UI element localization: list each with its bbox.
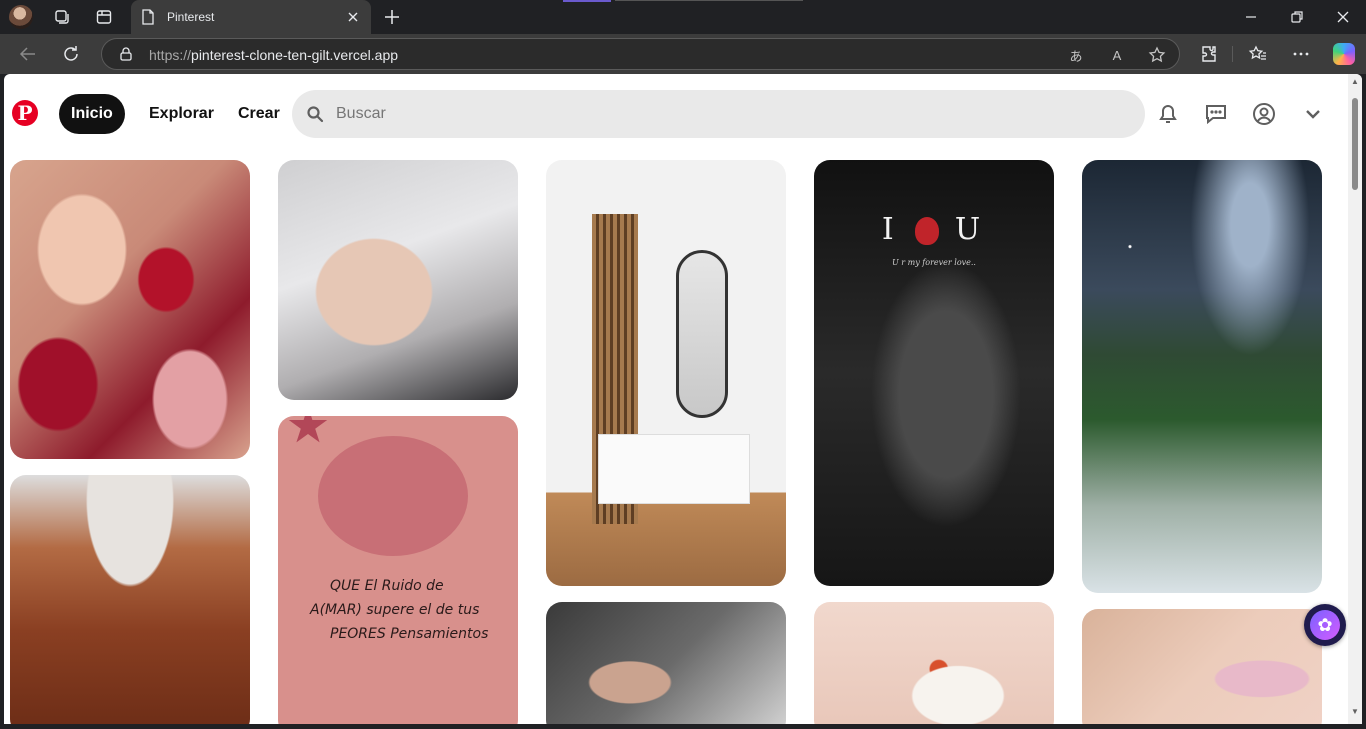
tab-title: Pinterest [167, 10, 215, 24]
quote-line: QUE El Ruido de [330, 578, 444, 594]
chevron-down-icon[interactable] [1300, 101, 1326, 127]
reload-icon[interactable] [60, 43, 82, 65]
page-icon [142, 9, 154, 25]
sparkle-icon: ✿ [1310, 610, 1340, 640]
omnibox[interactable]: https://pinterest-clone-ten-gilt.vercel.… [101, 38, 1180, 70]
profile-avatar[interactable] [9, 5, 33, 29]
pin-hallway-mirror[interactable] [546, 160, 786, 586]
quote-line: PEORES Pensamientos [330, 626, 489, 642]
nav-crear[interactable]: Crear [238, 94, 280, 134]
pin-wrist-tattoo[interactable] [546, 602, 786, 724]
letter-u: U [954, 212, 987, 247]
scrollbar-thumb[interactable] [1352, 98, 1358, 190]
favorite-star-icon[interactable] [1148, 46, 1166, 64]
pin-black-tip-nails[interactable] [278, 160, 518, 400]
search-icon [307, 106, 324, 123]
turtle-illustration [318, 436, 468, 556]
wall-cabinet [598, 434, 750, 504]
search-input[interactable] [336, 90, 1116, 138]
pin-turtle-quote[interactable]: QUE El Ruido de A(MAR) supere el de tus … [278, 416, 518, 724]
copilot-icon[interactable] [1333, 43, 1355, 65]
oval-mirror [676, 250, 728, 418]
tab-strip-line [615, 0, 803, 1]
extensions-icon[interactable] [1199, 44, 1219, 64]
pin-milky-way[interactable] [1082, 160, 1322, 593]
translate-icon[interactable]: あ [1067, 46, 1085, 64]
profile-icon[interactable] [1251, 101, 1277, 127]
letter-i: I [881, 212, 900, 247]
workspaces-icon[interactable] [52, 7, 72, 27]
messages-icon[interactable] [1203, 101, 1229, 127]
search-bar[interactable] [292, 90, 1145, 138]
tab-actions-icon[interactable] [94, 7, 114, 27]
pin-cat-tattoo[interactable] [814, 602, 1054, 724]
heart-icon [915, 217, 940, 245]
close-tab-icon[interactable] [345, 9, 361, 25]
window-bottom-edge [0, 724, 1366, 729]
browser-tab-bar: Pinterest [0, 0, 1366, 34]
quote-line: A(MAR) supere el de tus [310, 602, 480, 618]
lock-icon[interactable] [118, 46, 134, 62]
back-icon[interactable] [17, 43, 39, 65]
nav-inicio[interactable]: Inicio [59, 94, 125, 134]
pin-red-hair[interactable] [10, 475, 250, 724]
more-options-icon[interactable] [1291, 44, 1311, 64]
pin-pink-nails[interactable] [1082, 609, 1322, 724]
pin-i-love-u[interactable]: I U U r my forever love.. [814, 160, 1054, 586]
new-tab-icon[interactable] [382, 7, 402, 27]
read-aloud-icon[interactable]: A [1108, 46, 1126, 64]
love-heading: I U [814, 212, 1054, 247]
close-window-icon[interactable] [1334, 8, 1352, 26]
url-text[interactable]: https://pinterest-clone-ten-gilt.vercel.… [149, 47, 398, 63]
scroll-down-icon[interactable]: ▼ [1351, 708, 1359, 716]
restore-icon[interactable] [1288, 8, 1306, 26]
quote-text: QUE El Ruido de A(MAR) supere el de tus … [310, 574, 510, 646]
favorites-icon[interactable] [1248, 44, 1268, 64]
love-caption: U r my forever love.. [892, 258, 976, 267]
toolbar-divider [1232, 46, 1233, 62]
assistant-badge[interactable]: ✿ [1304, 604, 1346, 646]
page-scrollbar[interactable]: ▲ ▼ [1348, 74, 1362, 724]
tab-strip-accent [563, 0, 611, 2]
pinterest-logo-icon[interactable]: P [12, 100, 38, 126]
tab-pinterest[interactable]: Pinterest [131, 0, 371, 34]
notifications-bell-icon[interactable] [1155, 101, 1181, 127]
scroll-up-icon[interactable]: ▲ [1351, 78, 1359, 86]
minimize-icon[interactable] [1242, 8, 1260, 26]
page-viewport: P Inicio Explorar Crear QUE El Ruido de … [4, 74, 1362, 724]
nav-explorar[interactable]: Explorar [149, 94, 214, 134]
pin-red-nails[interactable] [10, 160, 250, 459]
address-bar-row: https://pinterest-clone-ten-gilt.vercel.… [0, 34, 1366, 74]
star-shape [288, 416, 328, 443]
